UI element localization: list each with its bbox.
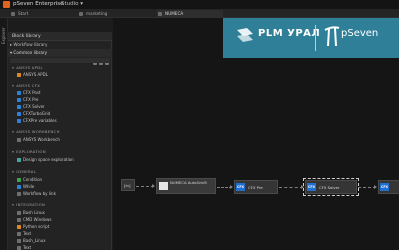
edge-cfxpre-solver <box>279 187 303 188</box>
library-actions <box>91 50 109 65</box>
library-item-cmd-windows[interactable]: CMD Windows <box>17 217 51 222</box>
brand-divider <box>315 25 316 51</box>
section-ansys-apdl[interactable]: ▾ ANSYS APDL <box>12 65 43 70</box>
pseven-wordmark: pSeven <box>341 28 379 39</box>
library-item-text-2[interactable]: Text <box>17 245 31 250</box>
text-icon <box>17 246 21 250</box>
section-exploration[interactable]: ▾ EXPLORATION <box>12 149 46 154</box>
exploration-icon <box>17 158 21 162</box>
library-item-while[interactable]: While <box>17 184 34 189</box>
common-library-label: ▾ Common library <box>10 50 48 55</box>
app-title: pSeven Enterprise <box>13 1 64 7</box>
pseven-pi-logo-icon <box>324 26 340 47</box>
tab-bar: Start marketing NUMECA <box>0 9 399 18</box>
text-icon <box>17 232 21 236</box>
condition-icon <box>17 178 21 182</box>
section-general[interactable]: ▾ GENERAL <box>12 169 36 174</box>
cfx-icon <box>17 98 21 102</box>
arrow-icon <box>152 184 155 188</box>
tab-start[interactable]: Start <box>10 10 48 17</box>
bash-icon <box>17 211 21 215</box>
studio-menu[interactable]: Studio ▾ <box>61 0 83 9</box>
block-cfx-pre[interactable]: CFX CFX Pre <box>234 180 278 194</box>
cfx-icon <box>17 91 21 95</box>
library-item-cfx-solver[interactable]: CFX Solver <box>17 104 45 109</box>
link-icon <box>17 192 21 196</box>
plm-ural-logo-icon <box>237 28 253 42</box>
explorer-strip[interactable] <box>0 18 8 250</box>
workflow-icon <box>79 11 83 16</box>
workflow-library-toggle[interactable]: ▸ Workflow library <box>10 42 47 47</box>
tab-label: NUMECA <box>165 11 184 16</box>
cfx-icon: CFX <box>307 183 316 191</box>
library-item-condition[interactable]: Condition <box>17 177 42 182</box>
numeca-icon <box>159 182 168 190</box>
library-item-cfx-pre[interactable]: CFX Pre <box>17 97 38 102</box>
library-item-bash-linux-2[interactable]: Bash_Linux <box>17 238 46 243</box>
section-integration[interactable]: ▾ INTEGRATION <box>12 202 45 207</box>
tab-label: marketing <box>86 11 108 16</box>
library-item-text[interactable]: Text <box>17 231 31 236</box>
common-library-toggle[interactable]: ▾ Common library <box>8 49 112 65</box>
cfx-icon <box>17 119 21 123</box>
tab-numeca[interactable]: NUMECA <box>157 10 223 17</box>
app-logo-icon <box>3 1 10 8</box>
tab-label: Start <box>18 11 29 16</box>
home-icon <box>11 11 15 16</box>
brand-banner: PLM УРАЛ pSeven <box>223 18 399 58</box>
tab-marketing[interactable]: marketing <box>78 10 136 17</box>
block-cfx-solver[interactable]: CFX CFX Solver <box>303 178 359 196</box>
panel-title: Block library <box>12 34 41 39</box>
title-bar: pSeven Enterprise Studio ▾ <box>0 0 399 9</box>
workbench-icon <box>17 138 21 142</box>
workflow-input-node[interactable]: [in] <box>121 179 135 191</box>
block-cfx-post[interactable]: CFX <box>378 180 399 194</box>
cfx-icon: CFX <box>236 183 245 191</box>
cfx-icon <box>17 112 21 116</box>
library-item-design-space-exploration[interactable]: Design space exploration <box>17 157 74 162</box>
library-item-cfxpre-variables[interactable]: CFXPre variables <box>17 118 57 123</box>
cfx-icon: CFX <box>380 183 389 191</box>
library-item-ansys-workbench[interactable]: ANSYS Workbench <box>17 137 60 142</box>
bash-icon <box>17 239 21 243</box>
plm-ural-wordmark: PLM УРАЛ <box>258 28 321 39</box>
cfx-icon <box>17 105 21 109</box>
library-item-bash-linux[interactable]: Bash Linux <box>17 210 45 215</box>
library-item-cfx-post[interactable]: CFX Post <box>17 90 40 95</box>
section-ansys-workbench[interactable]: ▾ ANSYS WORKBENCH <box>12 129 60 134</box>
library-item-ansys-apdl[interactable]: ANSYS APDL <box>17 72 48 77</box>
arrow-icon <box>374 185 377 189</box>
block-library-header: Block library <box>8 32 112 41</box>
block-numeca-autogrid5[interactable]: NUMECA AutoGrid5 <box>156 178 216 194</box>
library-item-workflow-by-link[interactable]: Workflow by link <box>17 191 56 196</box>
explorer-label: Explorer <box>1 27 6 44</box>
arrow-icon <box>301 185 304 189</box>
library-item-cfx-turbogrid[interactable]: CFXTurboGrid <box>17 111 50 116</box>
arrow-icon <box>230 185 233 189</box>
workflow-icon <box>158 11 162 16</box>
ansys-icon <box>17 73 21 77</box>
library-search-input[interactable] <box>10 58 110 63</box>
library-item-python-script[interactable]: Python script <box>17 224 49 229</box>
while-icon <box>17 185 21 189</box>
python-icon <box>17 225 21 229</box>
section-ansys-cfx[interactable]: ▾ ANSYS CFX <box>12 83 40 88</box>
cmd-icon <box>17 218 21 222</box>
